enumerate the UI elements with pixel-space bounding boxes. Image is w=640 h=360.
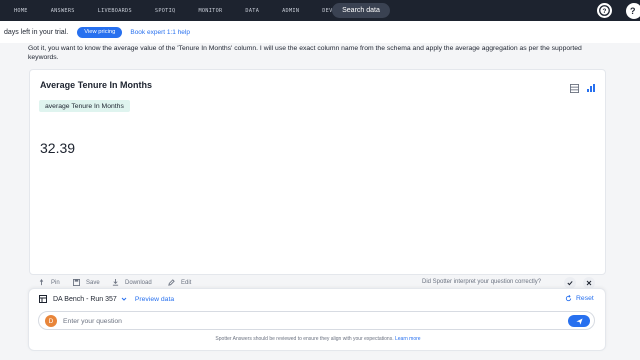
table-icon xyxy=(39,295,47,303)
svg-text:?: ? xyxy=(603,8,607,15)
user-avatar[interactable]: ? xyxy=(626,3,640,19)
kpi-value: 32.39 xyxy=(40,140,76,156)
send-icon xyxy=(575,317,583,325)
save-button[interactable]: Save xyxy=(73,279,100,286)
edit-label: Edit xyxy=(181,279,192,286)
top-navigation: HOME ANSWERS LIVEBOARDS SPOTIQ MONITOR D… xyxy=(0,0,640,21)
feedback-question: Did Spotter interpret your question corr… xyxy=(422,279,542,285)
pencil-icon xyxy=(168,279,175,286)
view-pricing-button[interactable]: View pricing xyxy=(77,26,123,38)
data-source-name: DA Bench - Run 357 xyxy=(53,295,117,303)
assistant-message: Got it, you want to know the average val… xyxy=(28,45,582,61)
nav-data[interactable]: DATA xyxy=(245,8,259,14)
search-data-button[interactable]: Search data xyxy=(332,3,390,18)
question-box: D xyxy=(38,311,595,330)
disclaimer-text: Spotter Answers should be reviewed to en… xyxy=(215,336,394,342)
pin-icon xyxy=(39,279,44,286)
nav-answers[interactable]: ANSWERS xyxy=(51,8,75,14)
save-label: Save xyxy=(86,279,100,286)
reset-label: Reset xyxy=(576,295,594,302)
data-source-selector[interactable]: DA Bench - Run 357 Preview data xyxy=(39,295,174,303)
nav-admin[interactable]: ADMIN xyxy=(282,8,299,14)
question-composer: DA Bench - Run 357 Preview data Reset D … xyxy=(28,288,606,351)
pin-button[interactable]: Pin xyxy=(38,279,60,286)
save-icon xyxy=(73,279,80,286)
reset-icon xyxy=(565,295,572,302)
table-view-icon[interactable] xyxy=(570,80,579,93)
disclaimer: Spotter Answers should be reviewed to en… xyxy=(29,336,607,342)
reset-button[interactable]: Reset xyxy=(565,295,594,302)
trial-banner: days left in your trial. View pricing Bo… xyxy=(0,21,640,43)
trial-days-text: days left in your trial. xyxy=(4,28,69,36)
preview-data-link[interactable]: Preview data xyxy=(135,296,174,303)
download-button[interactable]: Download xyxy=(112,279,152,286)
download-label: Download xyxy=(125,279,152,286)
user-initial-avatar: D xyxy=(45,315,57,327)
answer-card: Average Tenure In Months average Tenure … xyxy=(29,69,606,275)
learn-more-link[interactable]: Learn more xyxy=(395,336,421,342)
check-icon xyxy=(567,281,573,286)
nav-liveboards[interactable]: LIVEBOARDS xyxy=(98,8,132,14)
nav-home[interactable]: HOME xyxy=(14,8,28,14)
send-button[interactable] xyxy=(568,315,590,327)
chart-type-icon[interactable] xyxy=(586,80,596,92)
chevron-down-icon xyxy=(121,297,127,301)
answer-title: Average Tenure In Months xyxy=(40,80,153,90)
question-circle-icon[interactable]: ? xyxy=(597,3,612,18)
question-input[interactable] xyxy=(63,315,563,327)
download-icon xyxy=(112,279,119,286)
nav-spotiq[interactable]: SPOTIQ xyxy=(155,8,176,14)
nav-links: HOME ANSWERS LIVEBOARDS SPOTIQ MONITOR D… xyxy=(0,8,369,14)
pin-label: Pin xyxy=(51,279,60,286)
edit-button[interactable]: Edit xyxy=(168,279,191,286)
book-expert-link[interactable]: Book expert 1:1 help xyxy=(130,29,190,36)
nav-monitor[interactable]: MONITOR xyxy=(198,8,222,14)
search-token-chip[interactable]: average Tenure In Months xyxy=(39,100,130,112)
close-icon xyxy=(586,280,592,286)
